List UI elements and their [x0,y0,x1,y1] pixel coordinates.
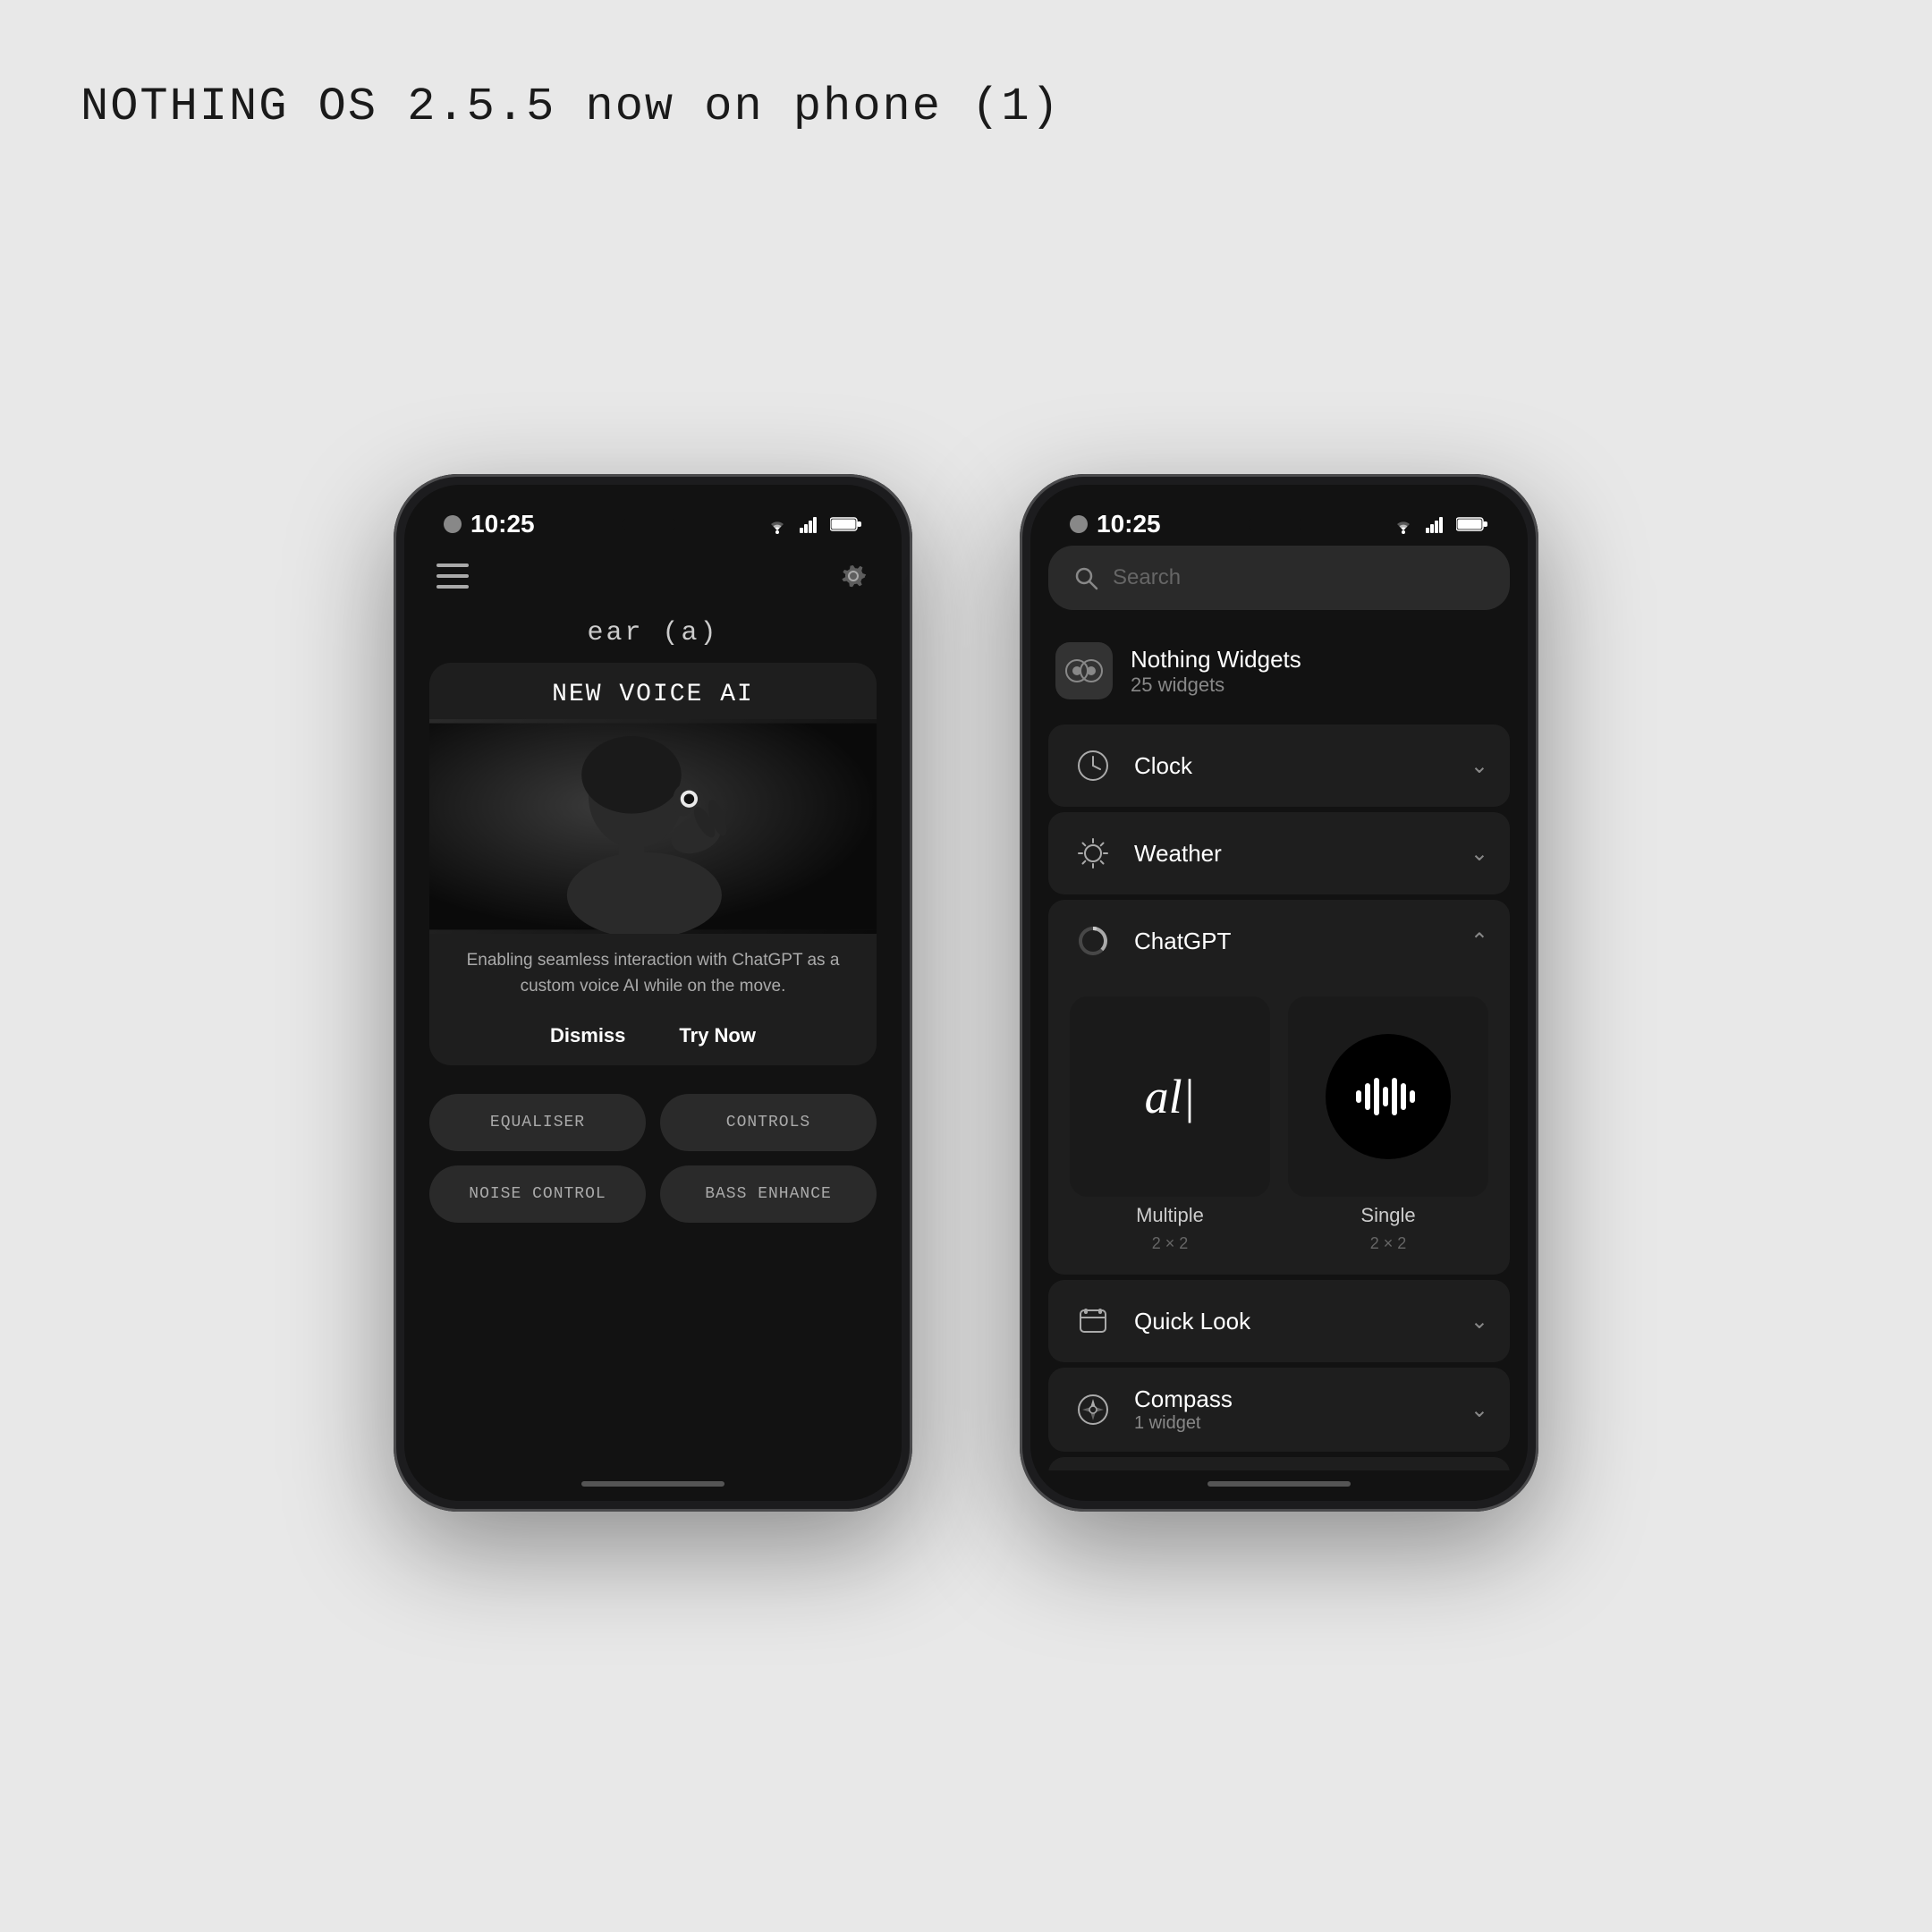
clock-icon [1070,742,1116,789]
ai-text-icon: al| [1145,1069,1196,1124]
single-widget[interactable]: Single 2 × 2 [1288,996,1488,1253]
time-1: 10:25 [470,510,535,538]
phone-2: 10:25 [1020,474,1538,1512]
search-icon [1073,565,1098,590]
phone1-topbar [429,546,877,611]
location-dot-2 [1070,515,1088,533]
signal-icon-2 [1426,515,1447,533]
multiple-widget[interactable]: al| Multiple 2 × 2 [1070,996,1270,1253]
status-icons-1 [764,514,862,534]
wifi-icon [764,514,791,534]
home-indicator-1[interactable] [581,1481,724,1487]
equaliser-button[interactable]: EQUALISER [429,1094,646,1151]
chatgpt-widget-item: ChatGPT ⌃ al| Multiple 2 × 2 [1048,900,1510,1275]
battery-icon [830,516,862,532]
signal-icon [800,515,821,533]
weather-widget-item[interactable]: Weather ⌄ [1048,812,1510,894]
device-name: ear (a) [429,611,877,663]
hamburger-icon[interactable] [436,564,469,593]
settings-icon[interactable] [837,560,869,597]
chatgpt-chevron: ⌃ [1470,928,1488,954]
phone1-content: ear (a) NEW VOICE AI [404,546,902,1470]
weather-chevron: ⌄ [1470,841,1488,867]
nothing-widgets-icon [1055,642,1113,699]
chatgpt-header[interactable]: ChatGPT ⌃ [1048,900,1510,982]
nothing-widgets-subtitle: 25 widgets [1131,674,1301,697]
multiple-widget-size: 2 × 2 [1152,1234,1189,1253]
multiple-widget-label: Multiple [1136,1204,1204,1227]
compass-chevron: ⌄ [1470,1397,1488,1423]
bottom-row-2: NOISE CONTROL BASS ENHANCE [429,1165,877,1223]
quicklook-widget-item[interactable]: Quick Look ⌄ [1048,1280,1510,1362]
wifi-icon-2 [1390,514,1417,534]
location-dot [444,515,462,533]
search-bar[interactable]: Search [1048,546,1510,610]
nothing-info: Nothing Widgets 25 widgets [1131,646,1301,697]
notch-2 [1249,518,1302,530]
clock-widget-item[interactable]: Clock ⌄ [1048,724,1510,807]
weather-label: Weather [1134,840,1470,868]
nothing-widgets-header: Nothing Widgets 25 widgets [1048,628,1510,714]
battery-icon-2 [1456,516,1488,532]
quicklook-icon [1070,1298,1116,1344]
nothing-widgets-title: Nothing Widgets [1131,646,1301,674]
compass-label: Compass [1134,1385,1470,1413]
noise-control-button[interactable]: NOISE CONTROL [429,1165,646,1223]
clock-label: Clock [1134,752,1470,780]
status-icons-2 [1390,514,1488,534]
home-indicator-2[interactable] [1208,1481,1351,1487]
time-2: 10:25 [1097,510,1161,538]
promo-title: NEW VOICE AI [429,663,877,719]
promo-image [429,719,877,934]
quicklook-chevron: ⌄ [1470,1309,1488,1335]
clock-chevron: ⌄ [1470,753,1488,779]
chatgpt-label: ChatGPT [1134,928,1470,955]
bottom-buttons: EQUALISER CONTROLS NOISE CONTROL BASS EN… [429,1094,877,1223]
dismiss-button[interactable]: Dismiss [550,1024,625,1047]
bass-enhance-button[interactable]: BASS ENHANCE [660,1165,877,1223]
promo-actions: Dismiss Try Now [429,1013,877,1065]
promo-card: NEW VOICE AI [429,663,877,1065]
widget-list: Clock ⌄ [1048,724,1510,1470]
status-bar-2: 10:25 [1030,485,1528,546]
notch-1 [623,518,676,530]
chatgpt-widgets-expanded: al| Multiple 2 × 2 [1048,982,1510,1275]
weather-icon [1070,830,1116,877]
compass-widget-item[interactable]: Compass 1 widget ⌄ [1048,1368,1510,1452]
promo-description: Enabling seamless interaction with ChatG… [429,934,877,1013]
compass-info: Compass 1 widget [1134,1385,1470,1434]
single-widget-label: Single [1360,1204,1415,1227]
compass-sublabel: 1 widget [1134,1413,1470,1434]
status-bar-1: 10:25 [404,485,902,546]
phone-2-screen: 10:25 [1030,485,1528,1501]
controls-button[interactable]: CONTROLS [660,1094,877,1151]
phone2-content: Search Nothing Widgets [1030,546,1528,1470]
quicklook-label: Quick Look [1134,1308,1470,1335]
phone-1: 10:25 [394,474,912,1512]
phone-1-screen: 10:25 [404,485,902,1501]
compass-icon [1070,1386,1116,1433]
chatgpt-icon [1070,918,1116,964]
bottom-row-1: EQUALISER CONTROLS [429,1094,877,1151]
try-now-button[interactable]: Try Now [679,1024,756,1047]
mediaplayer-widget-item[interactable]: Media Player 1 widget ⌄ [1048,1457,1510,1470]
audio-wave-icon [1352,1074,1424,1119]
page-title: NOTHING OS 2.5.5 now on phone (1) [80,80,1061,133]
single-widget-size: 2 × 2 [1370,1234,1407,1253]
search-placeholder: Search [1113,565,1181,590]
